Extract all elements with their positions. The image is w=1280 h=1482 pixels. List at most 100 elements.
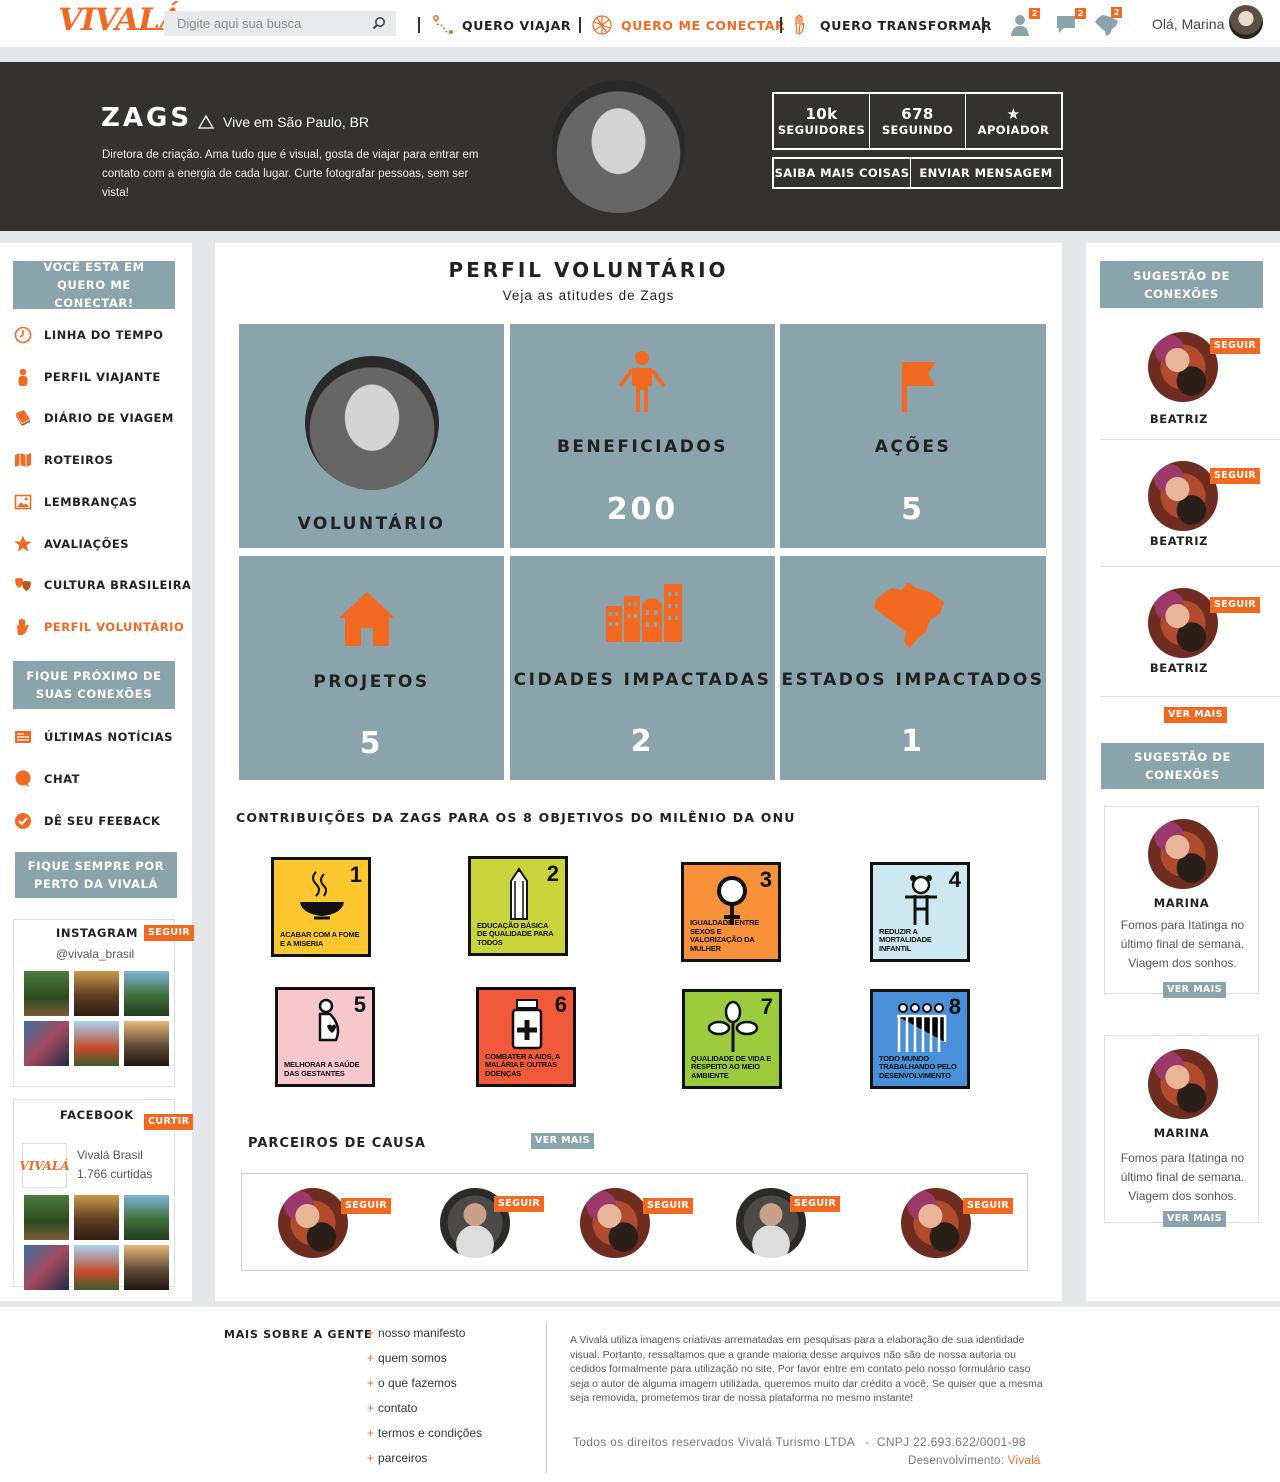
post-author[interactable]: MARINA	[1105, 896, 1258, 910]
sidebar-item-chat[interactable]: CHAT	[14, 769, 80, 789]
plant-icon	[707, 1000, 759, 1052]
footer-link-o-que-fazemos[interactable]: + o que fazemos	[367, 1376, 457, 1390]
suggestions-see-more-button[interactable]: VER MAIS	[1164, 707, 1227, 723]
follow-suggestion-button[interactable]: SEGUIR	[1210, 338, 1261, 354]
post-text: Fomos para Itatinga no último final de s…	[1120, 1151, 1245, 1203]
send-message-button[interactable]: ENVIAR MENSAGEM	[911, 159, 1061, 187]
mdg-badge-3[interactable]: 3 IGUALDADE ENTRE SEXOS E VALORIZAÇÃO DA…	[681, 862, 781, 962]
nav-quero-transformar[interactable]: QUERO TRANSFORMAR	[790, 14, 992, 35]
mdg-badge-8[interactable]: 8 TODO MUNDO TRABALHANDO PELO DESENVOLVI…	[870, 989, 970, 1089]
like-facebook-button[interactable]: CURTIR	[144, 1114, 194, 1130]
nav-quero-viajar[interactable]: QUERO VIAJAR	[432, 15, 571, 35]
suggestion-avatar[interactable]	[1148, 332, 1218, 402]
sidebar-item-lembrancas[interactable]: LEMBRANÇAS	[14, 492, 137, 512]
footer-link-manifesto[interactable]: + nosso manifesto	[367, 1326, 465, 1340]
suggestion-avatar[interactable]	[1148, 461, 1218, 531]
facebook-photo[interactable]	[74, 1245, 119, 1290]
avatar[interactable]	[1229, 5, 1263, 39]
supporter-stat[interactable]: ★ APOIADOR	[966, 94, 1061, 148]
partner-avatar[interactable]	[901, 1188, 971, 1258]
instagram-photo[interactable]	[24, 971, 69, 1016]
facebook-photo[interactable]	[24, 1195, 69, 1240]
tile-acoes: AÇÕES 5	[780, 324, 1046, 548]
developer-link[interactable]: Vivalá	[1008, 1455, 1041, 1467]
suggestion-name[interactable]: BEATRIZ	[1086, 661, 1272, 675]
sidebar-item-ultimas-noticias[interactable]: ÚLTIMAS NOTÍCIAS	[14, 727, 173, 747]
triangle-icon	[198, 115, 214, 129]
follow-partner-button[interactable]: SEGUIR	[341, 1198, 392, 1214]
footer-link-parceiros[interactable]: + parceiros	[367, 1451, 427, 1465]
follow-suggestion-button[interactable]: SEGUIR	[1210, 468, 1261, 484]
suggestion-avatar[interactable]	[1148, 588, 1218, 658]
search-input[interactable]	[164, 11, 364, 36]
partner-avatar[interactable]	[278, 1188, 348, 1258]
instagram-widget: INSTAGRAM SEGUIR @vivala_brasil	[13, 919, 195, 1087]
instagram-photo[interactable]	[74, 971, 119, 1016]
follow-partner-button[interactable]: SEGUIR	[494, 1196, 545, 1212]
partners-title: PARCEIROS DE CAUSA	[248, 1136, 426, 1151]
stat-label: SEGUIDORES	[777, 123, 866, 137]
partners-see-more-button[interactable]: VER MAIS	[531, 1133, 594, 1149]
follow-suggestion-button[interactable]: SEGUIR	[1210, 597, 1261, 613]
messages-button[interactable]: 2	[1056, 8, 1086, 36]
footer-link-quem-somos[interactable]: + quem somos	[367, 1351, 447, 1365]
facebook-grid	[24, 1195, 169, 1290]
sidebar-item-perfil-viajante[interactable]: PERFIL VIAJANTE	[14, 367, 161, 387]
footer-link-contato[interactable]: + contato	[367, 1401, 417, 1415]
mdg-badge-7[interactable]: 7 QUALIDADE DE VIDA E RESPEITO AO MEIO A…	[682, 989, 782, 1089]
facebook-photo[interactable]	[124, 1245, 169, 1290]
sidebar-item-linha-do-tempo[interactable]: LINHA DO TEMPO	[14, 325, 163, 345]
brazil-notifications-button[interactable]: 2	[1094, 7, 1122, 37]
follow-partner-button[interactable]: SEGUIR	[643, 1198, 694, 1214]
hand-icon	[17, 618, 29, 635]
mdg-number: 8	[948, 994, 961, 1019]
nav-separator	[579, 17, 581, 33]
footer-link-termos[interactable]: + termos e condições	[367, 1426, 482, 1440]
follow-partner-button[interactable]: SEGUIR	[963, 1198, 1014, 1214]
facebook-photo[interactable]	[24, 1245, 69, 1290]
nav-quero-me-conectar[interactable]: QUERO ME CONECTAR	[591, 15, 785, 35]
facebook-photo[interactable]	[124, 1195, 169, 1240]
suggestion-name[interactable]: BEATRIZ	[1086, 534, 1272, 548]
user-greeting[interactable]: Olá, Marina	[1152, 16, 1224, 32]
mdg-badge-6[interactable]: 6 COMBATER A AIDS, A MALÁRIA E OUTRAS DO…	[476, 987, 576, 1087]
more-info-button[interactable]: SAIBA MAIS COISAS	[774, 159, 911, 187]
vivala-page-logo[interactable]: VIVALÁ	[19, 1143, 70, 1188]
follow-instagram-button[interactable]: SEGUIR	[144, 925, 195, 941]
instagram-photo[interactable]	[124, 971, 169, 1016]
mdg-badge-5[interactable]: 5 MELHORAR A SAÚDE DAS GESTANTES	[275, 987, 375, 1087]
followers-stat[interactable]: 10k SEGUIDORES	[774, 94, 870, 148]
mdg-badge-1[interactable]: 1 ACABAR COM A FOME E A MISERIA	[271, 857, 371, 957]
picture-icon	[14, 494, 32, 510]
post-see-more-button[interactable]: VER MAIS	[1163, 982, 1226, 998]
right-sidebar: SUGESTÃO DE CONEXÕES SEGUIR BEATRIZ SEGU…	[1086, 243, 1280, 1301]
facebook-page-name[interactable]: Vivalá Brasil	[77, 1148, 143, 1162]
partner-avatar[interactable]	[580, 1188, 650, 1258]
facebook-photo[interactable]	[74, 1195, 119, 1240]
instagram-photo[interactable]	[74, 1021, 119, 1066]
sidebar-item-cultura-brasileira[interactable]: CULTURA BRASILEIRA	[14, 575, 191, 595]
sidebar-item-avaliacoes[interactable]: AVALIAÇÕES	[14, 534, 129, 554]
bowl-icon	[300, 871, 344, 920]
post-avatar[interactable]	[1148, 1049, 1218, 1119]
book-icon	[16, 410, 30, 426]
search-icon[interactable]	[372, 16, 386, 30]
mdg-badge-4[interactable]: 4 REDUZIR A MORTALIDADE INFANTIL	[870, 862, 970, 962]
following-stat[interactable]: 678 SEGUINDO	[870, 94, 966, 148]
sidebar-item-perfil-voluntario[interactable]: PERFIL VOLUNTÁRIO	[14, 617, 184, 637]
sidebar-item-diario-de-viagem[interactable]: DIÁRIO DE VIAGEM	[14, 408, 174, 428]
friend-requests-button[interactable]: 2	[1010, 8, 1040, 36]
mdg-badge-2[interactable]: 2 EDUCAÇÃO BÁSICA DE QUALIDADE PARA TODO…	[468, 856, 568, 956]
sidebar-item-feedback[interactable]: DÊ SEU FEEBACK	[14, 811, 160, 831]
post-see-more-button[interactable]: VER MAIS	[1163, 1211, 1226, 1227]
instagram-photo[interactable]	[124, 1021, 169, 1066]
instagram-photo[interactable]	[24, 1021, 69, 1066]
sidebar-item-roteiros[interactable]: ROTEIROS	[14, 450, 114, 470]
suggestion-name[interactable]: BEATRIZ	[1086, 412, 1272, 426]
post-avatar[interactable]	[1148, 819, 1218, 889]
mdg-number: 3	[759, 867, 772, 892]
star-icon	[14, 535, 32, 552]
page-title: PERFIL VOLUNTÁRIO	[448, 258, 729, 282]
follow-partner-button[interactable]: SEGUIR	[790, 1196, 841, 1212]
post-author[interactable]: MARINA	[1105, 1126, 1258, 1140]
